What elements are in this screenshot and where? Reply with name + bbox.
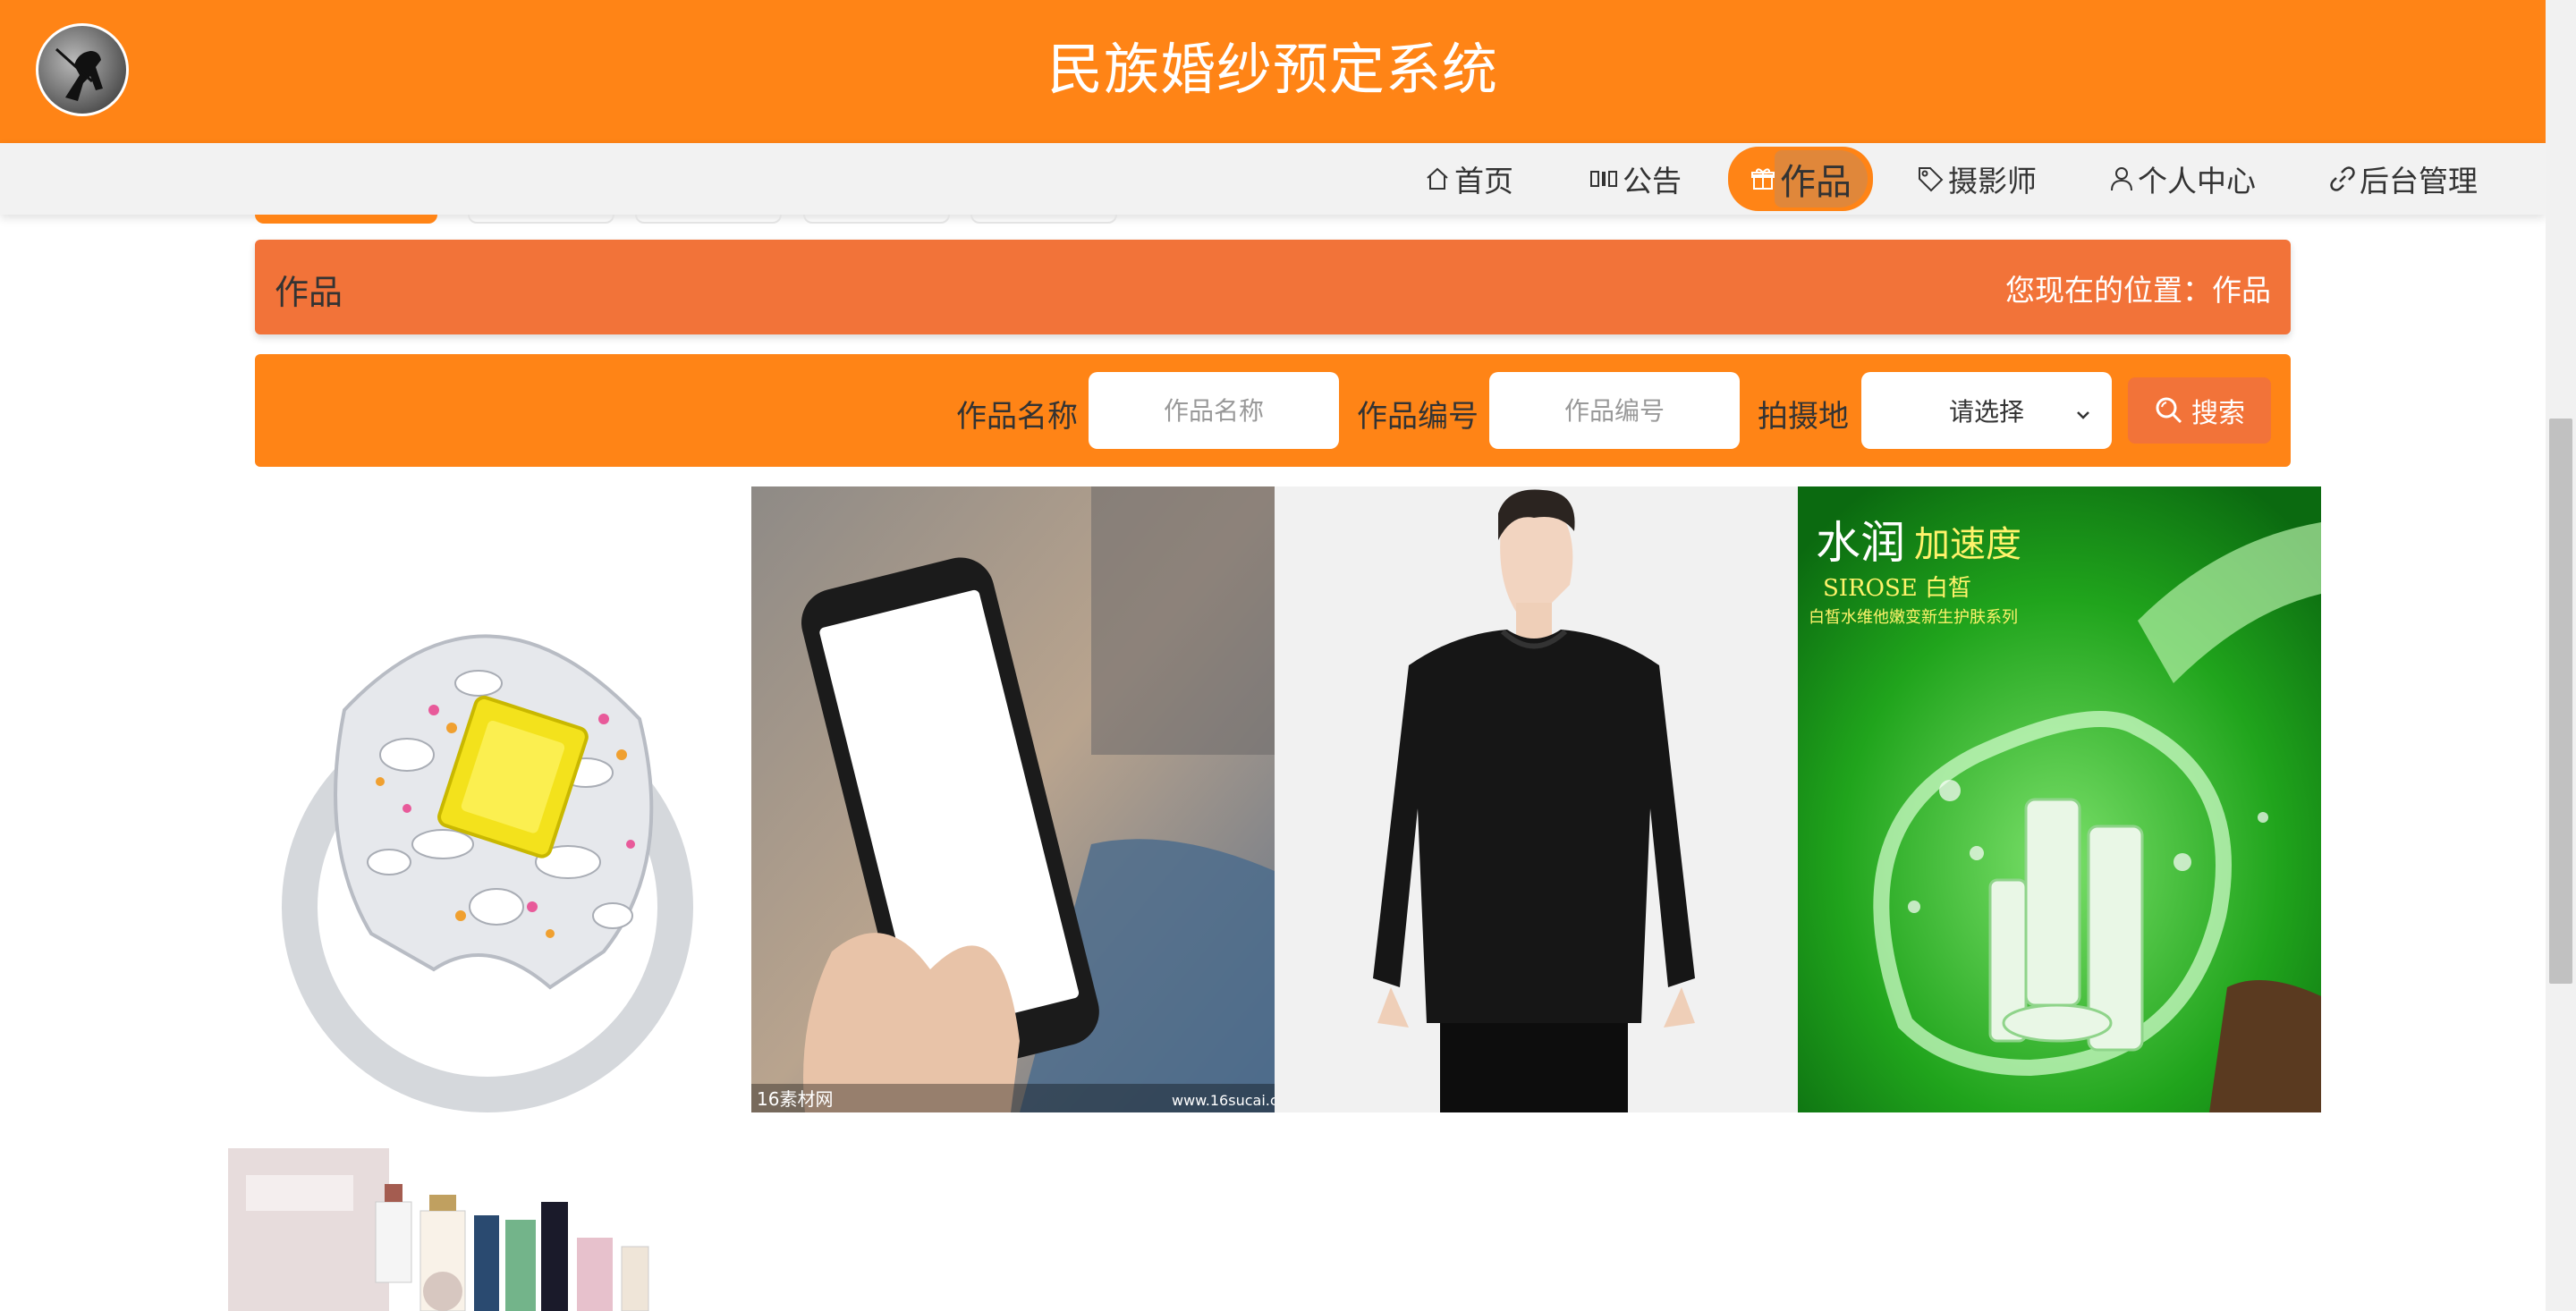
nav-label: 首页 [1454,164,1513,199]
nav-label: 公告 [1623,164,1682,199]
product-card[interactable] [228,486,751,1112]
home-icon [1424,165,1451,192]
search-button-label: 搜索 [2191,398,2245,429]
notice-icon [1589,165,1619,192]
main-nav: 首页 公告 作品 摄影师 个人中心 后台管理 [0,143,2546,215]
site-title: 民族婚纱预定系统 [1046,37,1498,102]
link-icon [2329,165,2356,192]
nav-item-notice[interactable]: 公告 [1589,154,1682,204]
watermark-right: www.16sucai.com [1172,1092,1275,1109]
ad-title-1: 水润 [1816,517,1905,569]
location-label: 拍摄地 [1758,399,1849,435]
phone-image: 16素材网 www.16sucai.com [751,486,1275,1112]
work-number-input[interactable] [1489,372,1740,449]
work-name-input[interactable] [1089,372,1339,449]
nav-label: 后台管理 [2360,164,2478,199]
location-select-value: 请选择 [1948,397,2024,427]
breadcrumb: 作品 您现在的位置：作品 [255,240,2291,334]
category-tab[interactable] [803,215,950,224]
tag-icon [1916,165,1945,193]
nav-item-photographer[interactable]: 摄影师 [1916,154,2037,204]
search-icon [2154,395,2184,426]
product-card[interactable] [1275,486,1798,1112]
watermark-left: 16素材网 [757,1088,833,1110]
nav-item-profile[interactable]: 个人中心 [2109,154,2256,204]
site-header: 民族婚纱预定系统 [0,0,2546,143]
ad-sub: 白皙水维他嫩变新生护肤系列 [1809,608,2018,627]
cosmetics-image [228,1112,751,1311]
category-tab[interactable] [970,215,1117,224]
nav-item-admin[interactable]: 后台管理 [2329,154,2478,204]
product-card[interactable]: 16素材网 www.16sucai.com [751,486,1275,1112]
current-location: 您现在的位置：作品 [2005,273,2271,308]
nav-label: 个人中心 [2138,164,2256,199]
product-card[interactable] [228,1112,751,1311]
category-tab[interactable] [635,215,782,224]
ad-brand: SIROSE 白皙 [1823,575,1971,602]
nav-label: 摄影师 [1948,164,2037,199]
category-tab[interactable] [468,215,614,224]
product-card[interactable]: 水润 加速度 SIROSE 白皙 白皙水维他嫩变新生护肤系列 [1798,486,2321,1112]
chevron-down-icon [2074,401,2092,430]
nav-item-home[interactable]: 首页 [1424,154,1513,204]
nav-item-works[interactable]: 作品 [1728,147,1873,211]
location-select[interactable]: 请选择 [1861,372,2112,449]
ad-title-2: 加速度 [1914,524,2021,565]
user-icon [2109,165,2134,192]
work-number-label: 作品编号 [1357,399,1479,435]
nav-label: 作品 [1780,162,1852,203]
gift-icon [1750,165,1776,192]
work-name-label: 作品名称 [956,399,1078,435]
category-tab[interactable] [255,215,437,224]
sweater-image [1275,486,1798,1112]
skincare-ad-image: 水润 加速度 SIROSE 白皙 白皙水维他嫩变新生护肤系列 [1798,486,2321,1112]
page-title: 作品 [275,273,343,312]
search-button[interactable]: 搜索 [2128,377,2271,444]
scrollbar-thumb[interactable] [2549,419,2572,984]
search-form: 作品名称 作品编号 拍摄地 请选择 搜索 [255,354,2291,467]
ring-image [228,486,751,1112]
